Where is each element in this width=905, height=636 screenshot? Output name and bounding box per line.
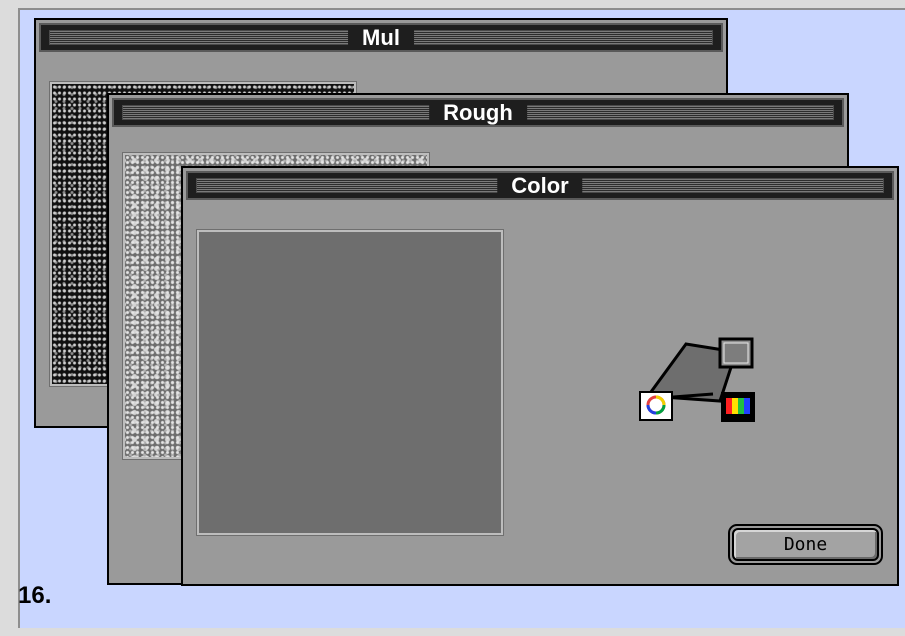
color-spectrum-icon[interactable] (721, 392, 755, 422)
color-window-title: Color (497, 173, 583, 198)
color-selector-widget[interactable] (638, 336, 758, 428)
color-preview-swatch (196, 229, 504, 536)
color-wheel-icon[interactable] (639, 391, 673, 421)
figure-caption: 16. (18, 582, 52, 609)
color-title-bar[interactable]: Color (186, 171, 894, 200)
done-button-label: Done (732, 528, 879, 561)
color-window: Color Done (181, 166, 899, 586)
mul-title-bar[interactable]: Mul (39, 23, 723, 52)
color-swatch-icon[interactable] (718, 337, 754, 369)
mul-window-title: Mul (348, 25, 414, 50)
rough-title-bar[interactable]: Rough (112, 98, 844, 127)
rough-window-title: Rough (429, 100, 527, 125)
done-button[interactable]: Done (728, 524, 883, 565)
